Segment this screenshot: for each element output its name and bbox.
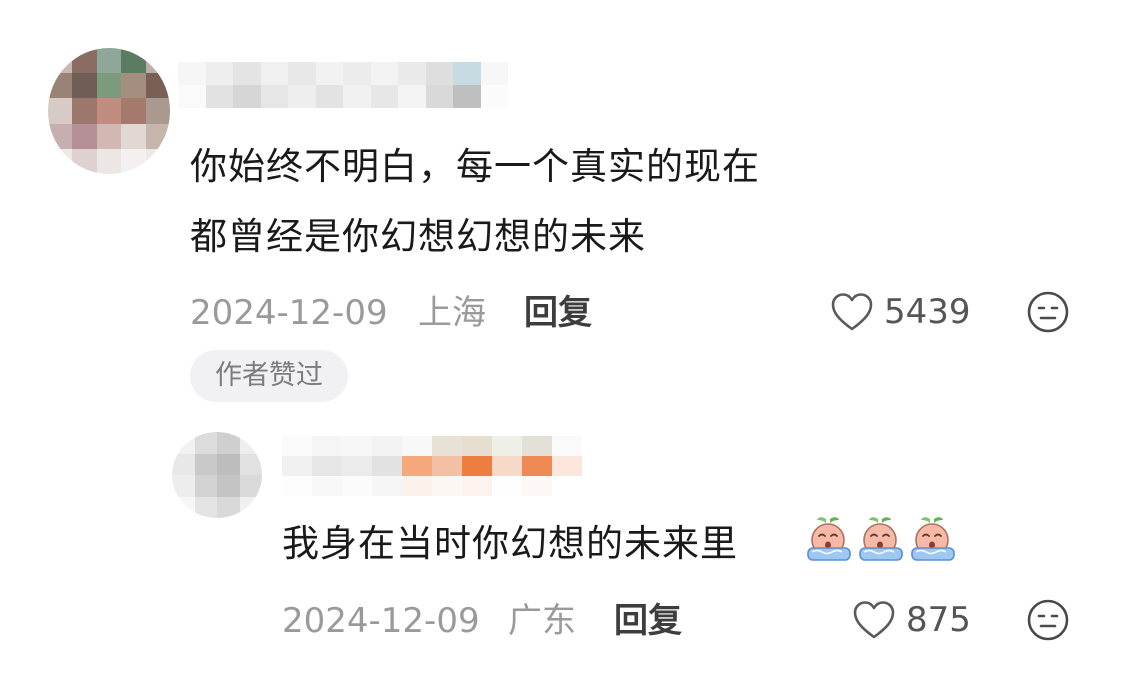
comment-date: 2024-12-09 <box>282 601 480 641</box>
comment-text: 我身在当时你幻想的未来里 <box>282 522 738 565</box>
like-count: 875 <box>906 600 971 640</box>
username-redacted[interactable] <box>178 62 508 108</box>
reply-button[interactable]: 回复 <box>524 295 592 331</box>
meh-face-icon[interactable] <box>1026 598 1070 642</box>
like-button[interactable]: 5439 <box>830 292 971 332</box>
crying-peach-emoji <box>807 517 851 561</box>
comment-location: 上海 <box>418 293 486 333</box>
comment-text-line: 都曾经是你幻想幻想的未来 <box>190 215 646 258</box>
crying-peach-emoji <box>911 517 955 561</box>
avatar[interactable] <box>48 48 170 174</box>
reply-button[interactable]: 回复 <box>614 603 682 639</box>
avatar[interactable] <box>172 432 262 518</box>
username-redacted[interactable] <box>282 436 582 496</box>
comment-text-line: 你始终不明白，每一个真实的现在 <box>190 145 760 188</box>
like-count: 5439 <box>884 292 971 332</box>
crying-peach-emoji <box>859 517 903 561</box>
heart-outline-icon <box>853 601 895 639</box>
comment-location: 广东 <box>508 601 576 641</box>
like-button[interactable]: 875 <box>852 600 971 640</box>
heart-outline-icon <box>831 293 873 331</box>
meh-face-icon[interactable] <box>1026 290 1070 334</box>
comment-date: 2024-12-09 <box>190 293 388 333</box>
author-liked-badge: 作者赞过 <box>190 350 348 402</box>
